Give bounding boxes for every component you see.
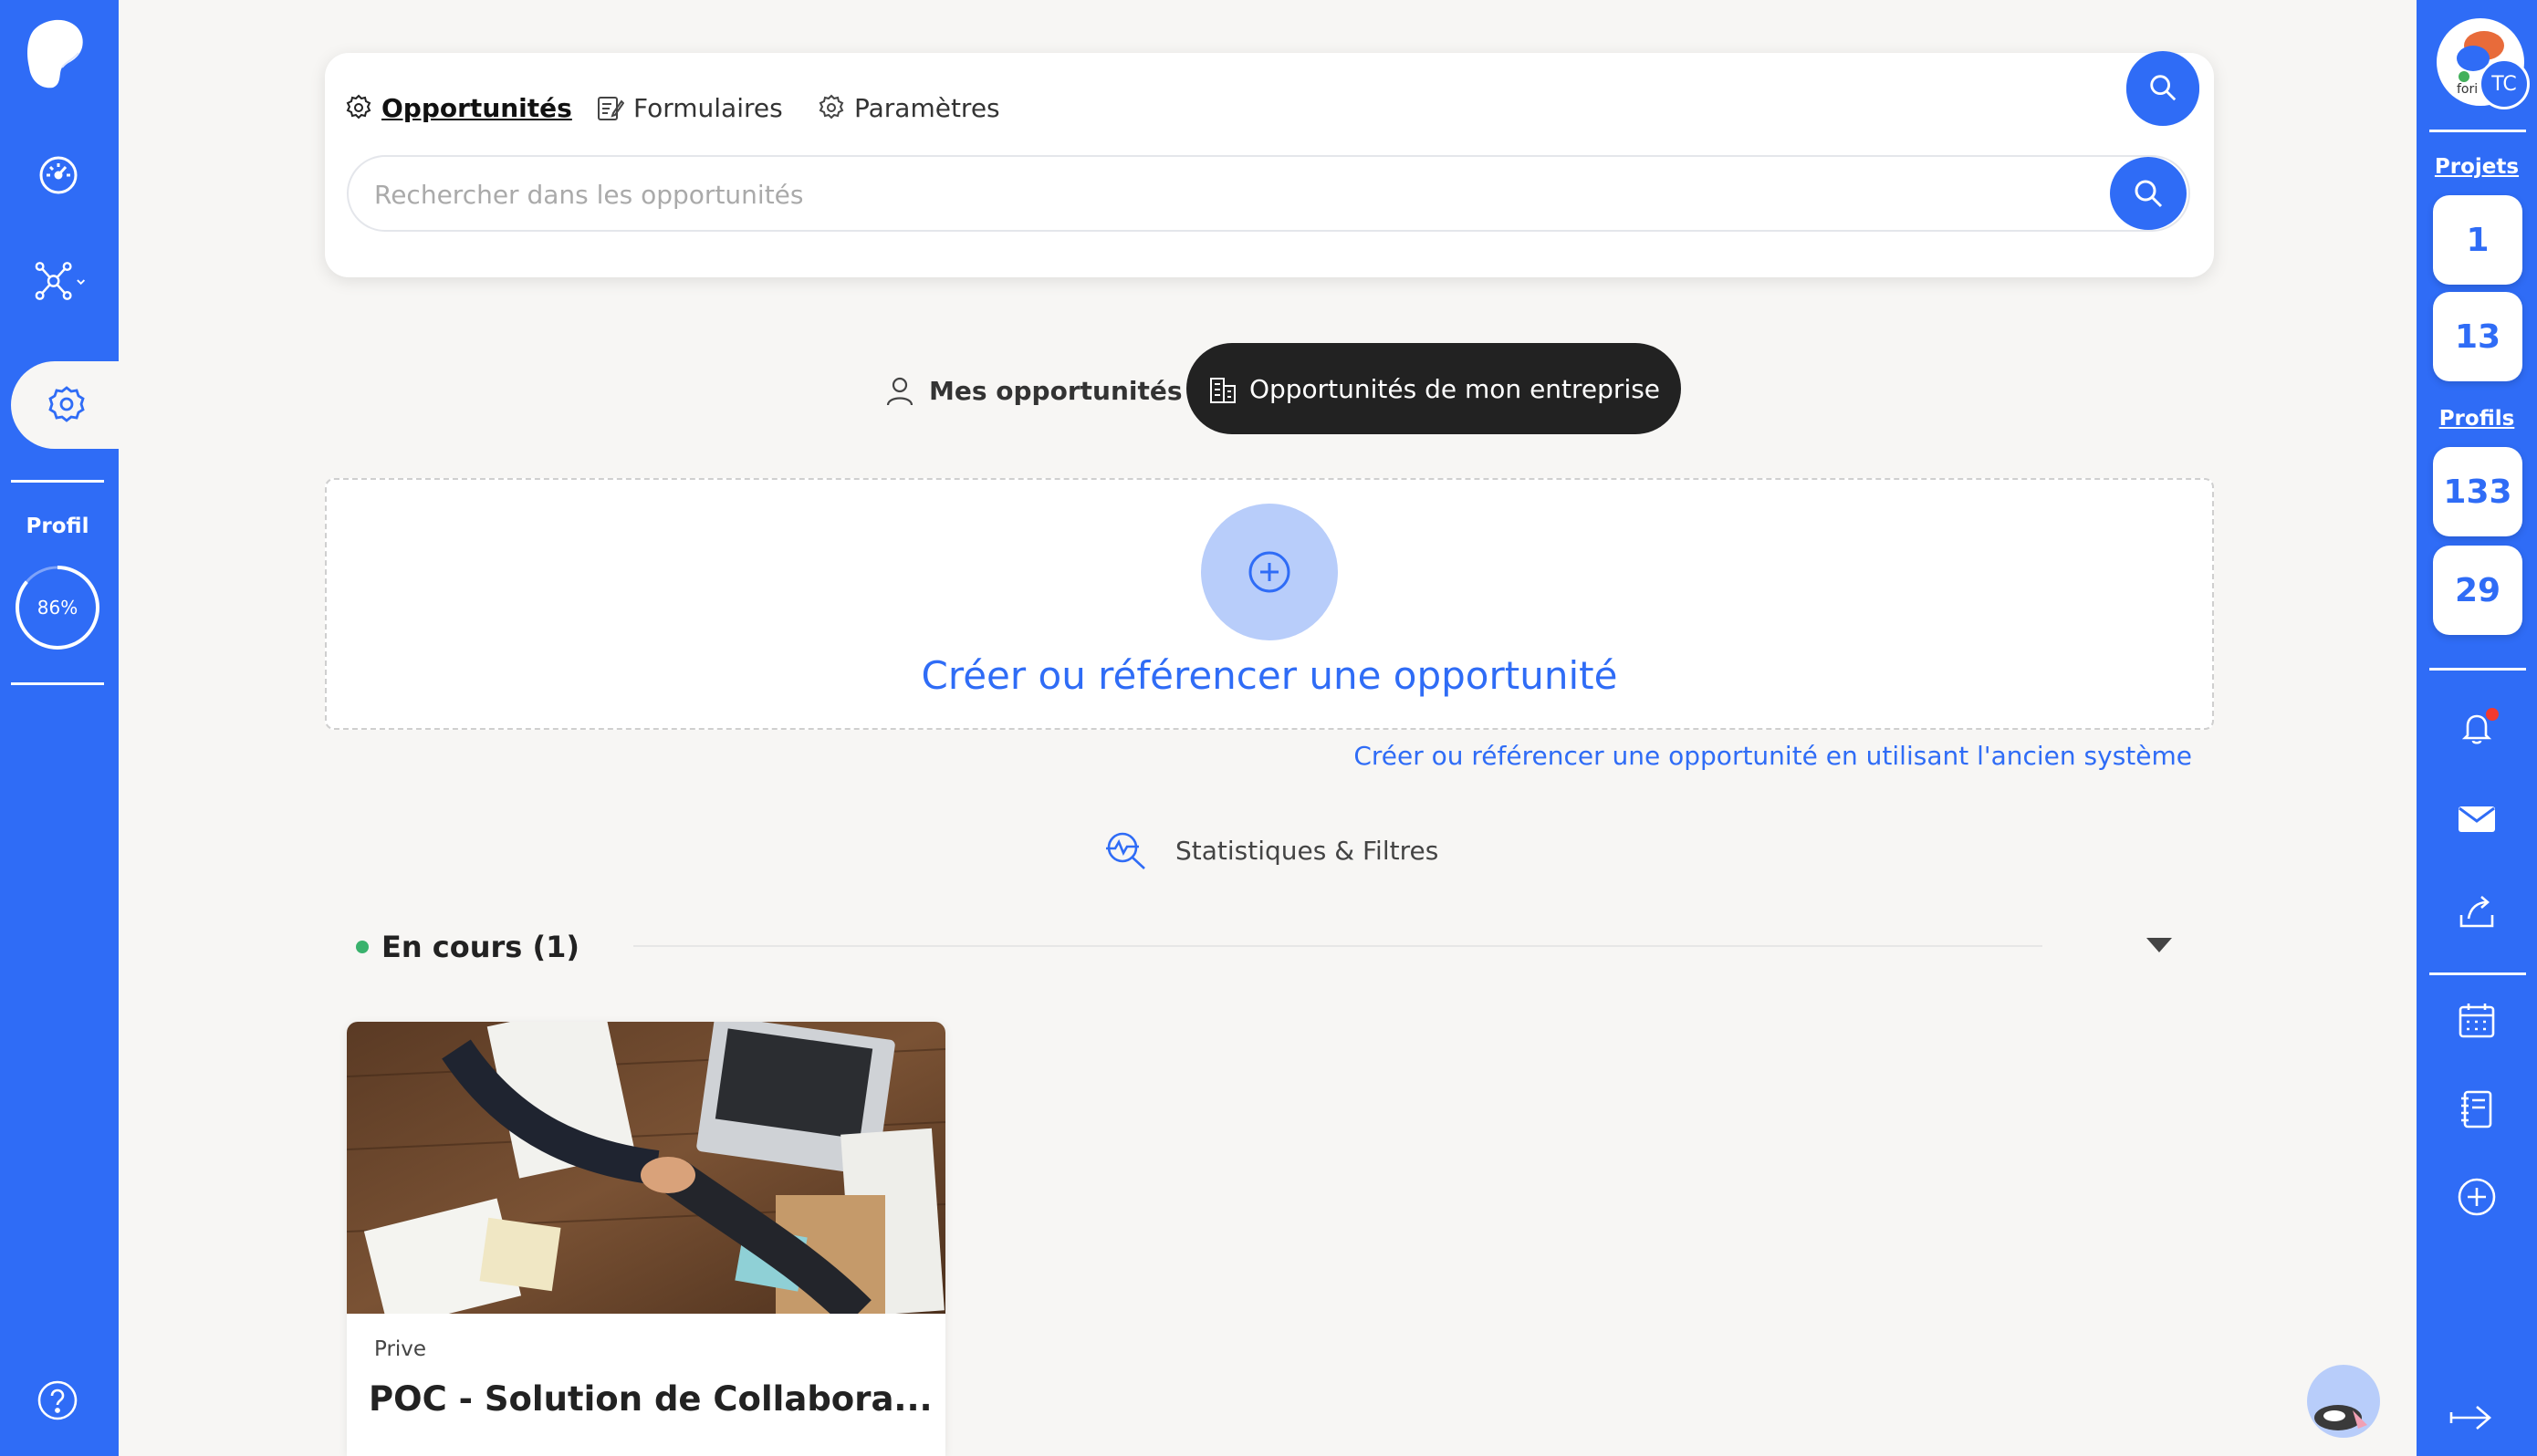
- profils-count[interactable]: 133: [2433, 447, 2522, 536]
- toggle-company-opportunities[interactable]: Opportunités de mon entreprise: [1186, 343, 1681, 434]
- assistant-avatar-icon: [2314, 1405, 2367, 1430]
- card-title: POC - Solution de Collabora...: [369, 1379, 933, 1419]
- left-sidebar: Profil 86%: [0, 0, 128, 1456]
- projets-label[interactable]: Projets: [2417, 155, 2537, 179]
- divider: [2429, 972, 2526, 975]
- calendar-icon[interactable]: [2453, 996, 2500, 1044]
- add-opportunity-button[interactable]: [1201, 504, 1338, 640]
- assistant-bubble[interactable]: [2307, 1365, 2380, 1438]
- search-field: [347, 155, 2190, 232]
- divider: [2429, 130, 2526, 132]
- divider: [2429, 668, 2526, 671]
- divider: [11, 682, 104, 685]
- tab-label: Opportunités: [381, 92, 572, 123]
- create-opportunity-label: Créer ou référencer une opportunité: [921, 653, 1618, 698]
- form-icon: [598, 97, 624, 120]
- divider: [633, 945, 2042, 947]
- profils-count[interactable]: 29: [2433, 546, 2522, 635]
- status-dot: [356, 941, 369, 953]
- tab-parametres[interactable]: Paramètres: [818, 88, 1000, 128]
- toggle-label: Mes opportunités: [929, 375, 1183, 406]
- create-opportunity-box[interactable]: Créer ou référencer une opportunité: [325, 478, 2214, 730]
- section-title: En cours (1): [381, 930, 579, 964]
- plus-circle-icon: [1248, 551, 1290, 593]
- card-image: [347, 1022, 945, 1314]
- section-header: En cours (1): [356, 921, 579, 972]
- search-card: Opportunités Formulaires Paramètres: [325, 53, 2214, 277]
- chevron-down-icon[interactable]: [2145, 934, 2174, 956]
- nav-item-opportunities[interactable]: [11, 361, 128, 449]
- projets-count[interactable]: 13: [2433, 292, 2522, 381]
- gear-icon: [819, 94, 844, 120]
- award-icon: [48, 386, 85, 422]
- logout-icon[interactable]: [2448, 1399, 2497, 1436]
- notification-badge: [2486, 708, 2499, 721]
- user-icon: [886, 377, 914, 406]
- tab-label: Formulaires: [633, 92, 783, 123]
- right-sidebar: fori TC Projets 1 13 Profils 133 29: [2417, 0, 2537, 1456]
- profile-completion-value: 86%: [37, 597, 78, 619]
- gear-icon: [346, 94, 371, 120]
- tab-formulaires[interactable]: Formulaires: [595, 88, 783, 128]
- profils-label[interactable]: Profils: [2417, 407, 2537, 431]
- building-icon: [1209, 378, 1236, 403]
- logo-icon[interactable]: [22, 16, 88, 91]
- search-submit-button[interactable]: [2110, 157, 2187, 230]
- mail-icon[interactable]: [2453, 796, 2500, 843]
- search-icon: [2150, 75, 2177, 101]
- toggle-my-opportunities[interactable]: Mes opportunités: [883, 345, 1183, 436]
- avatar-caption: fori: [2457, 82, 2478, 97]
- search-input[interactable]: [374, 175, 2108, 213]
- tab-label: Paramètres: [854, 92, 1000, 123]
- dashboard-icon[interactable]: [31, 148, 86, 203]
- notebook-icon[interactable]: [2453, 1086, 2500, 1133]
- card-privacy: Prive: [374, 1337, 427, 1361]
- legacy-create-link[interactable]: Créer ou référencer une opportunité en u…: [1296, 741, 2192, 771]
- profil-label: Profil: [26, 515, 89, 538]
- analytics-search-icon: [1106, 832, 1145, 869]
- projets-count[interactable]: 1: [2433, 195, 2522, 285]
- share-icon[interactable]: [2453, 887, 2500, 934]
- divider: [11, 480, 104, 483]
- user-initials[interactable]: TC: [2479, 58, 2530, 109]
- add-icon[interactable]: [2453, 1173, 2500, 1221]
- toggle-label: Opportunités de mon entreprise: [1248, 373, 1661, 404]
- help-icon[interactable]: [37, 1379, 78, 1421]
- stats-filters-button[interactable]: Statistiques & Filtres: [1104, 825, 1438, 876]
- stats-label: Statistiques & Filtres: [1175, 835, 1439, 866]
- network-icon[interactable]: [35, 254, 89, 308]
- quick-search-button[interactable]: [2126, 51, 2199, 124]
- opportunity-card[interactable]: Prive POC - Solution de Collabora...: [347, 1022, 945, 1456]
- tab-opportunites[interactable]: Opportunités: [345, 88, 572, 128]
- search-icon: [2135, 180, 2163, 208]
